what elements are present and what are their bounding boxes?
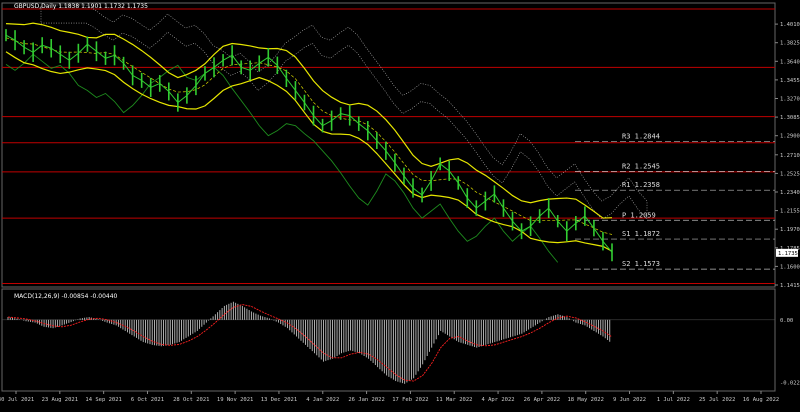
time-axis-label: 30 Jul 2021 bbox=[0, 397, 34, 403]
trading-chart-svg[interactable]: 1.4010 1.3825 1.3640 1.3455 1.3270 1.3085 1.29… bbox=[0, 0, 800, 408]
time-axis-label: 28 Oct 2021 bbox=[173, 397, 209, 403]
price-axis-label: 1.1970 bbox=[780, 227, 800, 233]
time-axis-label: 11 Mar 2022 bbox=[436, 397, 472, 403]
price-axis-label: 1.2155 bbox=[780, 209, 800, 215]
price-axis-label: 1.1600 bbox=[780, 264, 800, 270]
pivot-level-label: R3 1.2844 bbox=[622, 132, 660, 140]
time-axis-label: 9 Jun 2022 bbox=[613, 397, 646, 403]
time-axis-label: 1 Jul 2022 bbox=[657, 397, 690, 403]
price-axis-label: 1.3085 bbox=[780, 115, 800, 121]
pivot-level-label: R2 1.2545 bbox=[622, 162, 660, 170]
time-axis-label: 14 Sep 2021 bbox=[85, 397, 121, 403]
macd-info-header: MACD(12,26,9) -0.00854 -0.00440 bbox=[14, 293, 118, 300]
time-axis-label: 17 Feb 2022 bbox=[392, 397, 428, 403]
ichimoku-cloud bbox=[40, 4, 648, 220]
bollinger-lower-band bbox=[5, 51, 613, 252]
price-axis-label: 1.2710 bbox=[780, 153, 800, 159]
time-axis-label: 6 Oct 2021 bbox=[131, 397, 164, 403]
time-axis-label: 4 Apr 2022 bbox=[481, 397, 514, 403]
time-axis-label: 23 Aug 2021 bbox=[42, 397, 78, 403]
chikou-line bbox=[5, 53, 559, 263]
price-axis-label: 1.3640 bbox=[780, 59, 800, 65]
macd-axis-label: -0.02245 bbox=[780, 380, 800, 386]
price-axis-label: 1.2525 bbox=[780, 171, 800, 177]
chart-window: GBPUSD,Daily 1.1838 1.1901 1.1732 1.1735… bbox=[0, 0, 800, 408]
time-axis-label: 18 May 2022 bbox=[567, 397, 603, 403]
pivot-level-label: R1 1.2358 bbox=[622, 181, 660, 189]
price-axis-label: 1.2340 bbox=[780, 190, 800, 196]
price-axis-label: 1.2900 bbox=[780, 134, 800, 140]
macd-axis-label: 0.00 bbox=[780, 318, 793, 324]
price-axis-label: 1.3270 bbox=[780, 97, 800, 103]
symbol-info-header: GBPUSD,Daily 1.1838 1.1901 1.1732 1.1735 bbox=[14, 3, 148, 10]
time-axis-label: 25 Jul 2022 bbox=[699, 397, 735, 403]
time-axis-label: 19 Nov 2021 bbox=[217, 397, 253, 403]
pivot-level-label: S1 1.1872 bbox=[622, 230, 660, 238]
pivot-level-label: P 1.2059 bbox=[622, 211, 656, 219]
price-axis-label: 1.3825 bbox=[780, 41, 800, 47]
pivot-level-label: S2 1.1573 bbox=[622, 260, 660, 268]
time-axis-label: 4 Jan 2022 bbox=[306, 397, 339, 403]
time-axis-label: 26 Jan 2022 bbox=[348, 397, 384, 403]
price-pane-frame bbox=[1, 2, 776, 288]
price-axis-label: 1.3455 bbox=[780, 78, 800, 84]
price-axis-label: 1.4010 bbox=[780, 22, 800, 28]
time-axis-label: 16 Aug 2022 bbox=[743, 397, 779, 403]
price-axis-label: 1.1415 bbox=[780, 283, 800, 289]
current-price-label: 1.1735 bbox=[778, 251, 798, 257]
time-axis-label: 13 Dec 2021 bbox=[261, 397, 297, 403]
time-axis-label: 26 Apr 2022 bbox=[524, 397, 560, 403]
